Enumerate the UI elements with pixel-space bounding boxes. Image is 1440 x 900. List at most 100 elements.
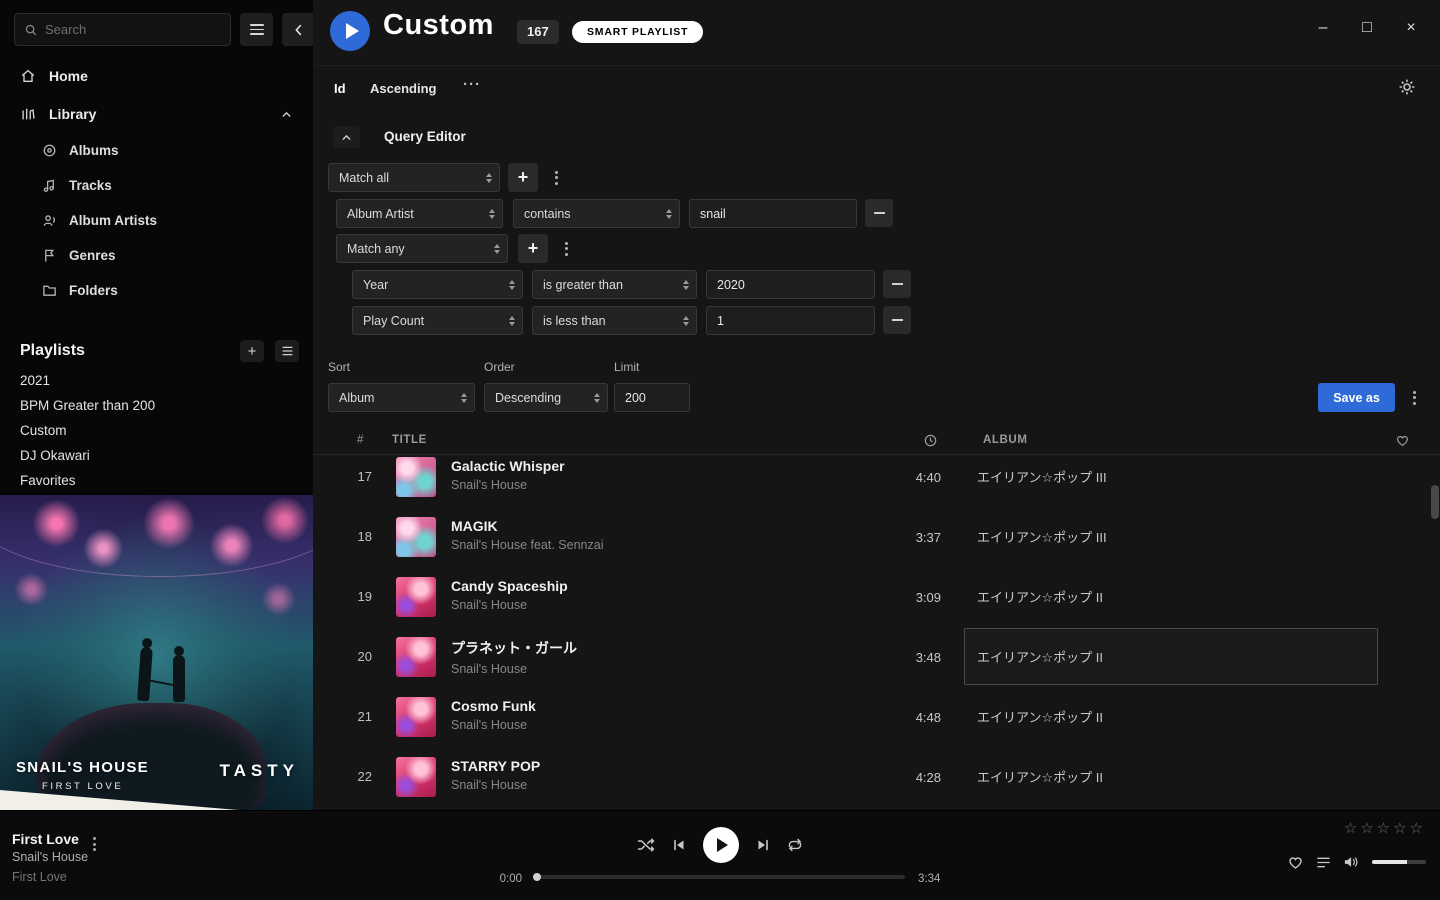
playlist-item[interactable]: Custom (0, 418, 313, 443)
sidebar-item-label: Folders (69, 283, 118, 298)
table-row[interactable]: 22 STARRY POPSnail's House 4:28 エイリアン☆ポッ… (313, 747, 1440, 807)
album-cell: エイリアン☆ポップ II (964, 688, 1378, 745)
favorite-button[interactable] (1287, 854, 1304, 871)
sort-field-button[interactable]: Id (334, 81, 346, 96)
track-album: エイリアン☆ポップ III (977, 467, 1107, 486)
query-menu-button[interactable] (1406, 383, 1422, 412)
artist-icon (42, 213, 57, 228)
now-playing-artist[interactable]: Snail's House (12, 850, 88, 864)
now-playing-artwork[interactable]: SNAIL'S HOUSE FIRST LOVE TASTY (0, 495, 313, 810)
clock-icon[interactable] (923, 433, 938, 448)
volume-button[interactable] (1343, 855, 1360, 869)
playlist-item[interactable]: Favorites (0, 468, 313, 493)
settings-button[interactable] (1398, 78, 1416, 96)
star-icon[interactable]: ☆ (1344, 820, 1360, 837)
sidebar-item-genres[interactable]: Genres (0, 238, 313, 273)
playlist-item[interactable]: 2021 (0, 368, 313, 393)
sidebar-item-tracks[interactable]: Tracks (0, 168, 313, 203)
chevron-up-icon[interactable] (280, 108, 293, 121)
sort-direction-button[interactable]: Ascending (370, 81, 436, 96)
search-input[interactable] (45, 22, 221, 37)
spinner-icon (683, 316, 689, 326)
rule-field-select[interactable]: Play Count (352, 306, 523, 335)
rule-value-input[interactable] (689, 199, 857, 228)
minimize-button[interactable]: – (1306, 14, 1340, 42)
previous-button[interactable] (672, 838, 686, 852)
volume-slider[interactable] (1372, 860, 1426, 864)
add-rule-button[interactable]: + (518, 234, 548, 263)
sidebar-item-albums[interactable]: Albums (0, 133, 313, 168)
progress-bar[interactable] (535, 875, 905, 879)
table-header: # TITLE ALBUM (313, 428, 1440, 455)
order-select[interactable]: Descending (484, 383, 608, 412)
sidebar-item-album-artists[interactable]: Album Artists (0, 203, 313, 238)
now-playing-menu-button[interactable] (93, 827, 96, 851)
table-row[interactable]: 20 プラネット・ガールSnail's House 3:48 エイリアン☆ポップ… (313, 627, 1440, 687)
remove-rule-button[interactable] (865, 199, 893, 227)
back-button[interactable] (282, 13, 315, 46)
chevron-left-icon (292, 23, 306, 37)
sort-more-button[interactable]: ··· (463, 76, 481, 93)
repeat-button[interactable] (787, 837, 803, 853)
group-menu-button[interactable] (548, 163, 564, 192)
remove-rule-button[interactable] (883, 270, 911, 298)
next-button[interactable] (756, 838, 770, 852)
table-row[interactable]: 18 MAGIKSnail's House feat. Sennzai 3:37… (313, 507, 1440, 567)
shuffle-icon (637, 838, 655, 852)
table-row[interactable]: 19 Candy SpaceshipSnail's House 3:09 エイリ… (313, 567, 1440, 627)
rule-operator-select[interactable]: is greater than (532, 270, 697, 299)
group-menu-button[interactable] (558, 234, 574, 263)
match-mode-select[interactable]: Match all (328, 163, 500, 192)
menu-button[interactable] (240, 13, 273, 46)
search-box[interactable] (14, 13, 231, 46)
play-playlist-button[interactable] (330, 11, 370, 51)
rule-value-input[interactable] (706, 270, 875, 299)
playlist-item[interactable]: DJ Okawari (0, 443, 313, 468)
playlist-list-view-button[interactable] (275, 340, 299, 362)
limit-input[interactable] (614, 383, 690, 412)
column-header-album[interactable]: ALBUM (983, 434, 1028, 446)
column-header-number[interactable]: # (357, 434, 364, 446)
add-rule-button[interactable]: + (508, 163, 538, 192)
remove-rule-button[interactable] (883, 306, 911, 334)
match-mode-select[interactable]: Match any (336, 234, 508, 263)
heart-icon[interactable] (1395, 433, 1410, 448)
star-icon[interactable]: ☆ (1410, 820, 1426, 837)
rule-operator-select[interactable]: contains (513, 199, 680, 228)
spinner-icon (494, 244, 500, 254)
artwork-rock (36, 703, 266, 810)
album-cell-selected[interactable]: エイリアン☆ポップ II (964, 628, 1378, 685)
sort-select[interactable]: Album (328, 383, 475, 412)
star-icon[interactable]: ☆ (1360, 820, 1376, 837)
lantern-string (0, 495, 313, 577)
query-editor-collapse-button[interactable] (333, 126, 360, 148)
album-cell: エイリアン☆ポップ II (964, 748, 1378, 805)
add-playlist-button[interactable]: + (240, 340, 264, 362)
shuffle-button[interactable] (637, 838, 655, 852)
progress-handle[interactable] (533, 873, 541, 881)
select-value: Year (363, 278, 388, 292)
rule-value-input[interactable] (706, 306, 875, 335)
playlist-item[interactable]: BPM Greater than 200 (0, 393, 313, 418)
table-row[interactable]: 21 Cosmo FunkSnail's House 4:48 エイリアン☆ポッ… (313, 687, 1440, 747)
now-playing-album[interactable]: First Love (12, 870, 67, 884)
save-as-button[interactable]: Save as (1318, 383, 1395, 412)
table-row[interactable]: 17 Galactic WhisperSnail's House 4:40 エイ… (313, 456, 1440, 507)
album-art-thumbnail (396, 637, 436, 677)
scrollbar-thumb[interactable] (1431, 485, 1439, 519)
rule-field-select[interactable]: Year (352, 270, 523, 299)
sidebar-item-home[interactable]: Home (0, 57, 313, 95)
maximize-button[interactable]: □ (1350, 14, 1384, 42)
sidebar-item-folders[interactable]: Folders (0, 273, 313, 308)
star-icon[interactable]: ☆ (1393, 820, 1409, 837)
play-button[interactable] (703, 827, 739, 863)
sidebar-item-library[interactable]: Library (0, 95, 313, 133)
track-artist: Snail's House feat. Sennzai (451, 538, 603, 552)
star-icon[interactable]: ☆ (1377, 820, 1393, 837)
queue-button[interactable] (1316, 856, 1331, 869)
rule-field-select[interactable]: Album Artist (336, 199, 503, 228)
column-header-title[interactable]: TITLE (392, 434, 427, 446)
now-playing-title[interactable]: First Love (12, 831, 79, 847)
close-button[interactable]: × (1394, 14, 1428, 42)
rule-operator-select[interactable]: is less than (532, 306, 697, 335)
